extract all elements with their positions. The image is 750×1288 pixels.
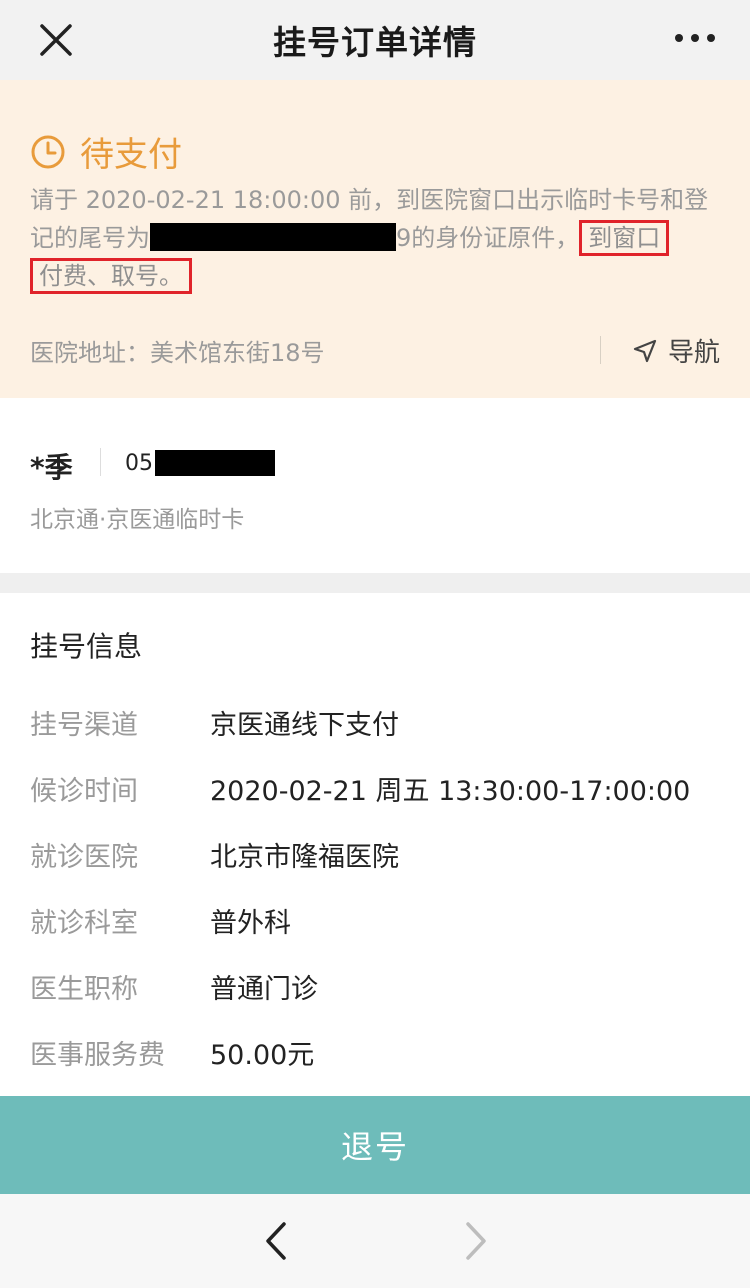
- navigate-label: 导航: [667, 338, 720, 368]
- section-title: 挂号信息: [30, 630, 143, 663]
- card-type: 北京通·京医通临时卡: [30, 507, 245, 533]
- info-label: 医事服务费: [30, 1040, 165, 1071]
- info-value: 北京市隆福医院: [210, 842, 399, 873]
- info-value: 2020-02-21 周五 13:30:00-17:00:00: [210, 776, 691, 807]
- card-number: 05: [125, 450, 275, 476]
- info-label: 就诊医院: [30, 842, 138, 873]
- info-row-hospital: 就诊医院 北京市隆福医院: [30, 835, 399, 874]
- info-label: 挂号渠道: [30, 710, 138, 741]
- patient-card: *季 05 北京通·京医通临时卡: [0, 398, 750, 573]
- info-row-department: 就诊科室 普外科: [30, 901, 291, 940]
- payment-status-panel: 待支付 请于 2020-02-21 18:00:00 前，到医院窗口出示临时卡号…: [0, 80, 750, 398]
- divider: [600, 336, 601, 364]
- highlight-pay: 付费、取号。: [30, 258, 192, 294]
- navigation-arrow-icon: [633, 339, 657, 362]
- navigate-button[interactable]: 导航: [632, 332, 720, 369]
- refund-button[interactable]: 退号: [0, 1096, 750, 1194]
- info-value: 普外科: [210, 908, 291, 939]
- divider: [100, 448, 101, 476]
- registration-info-section: 挂号信息 挂号渠道 京医通线下支付 候诊时间 2020-02-21 周五 13:…: [0, 593, 750, 1096]
- address-value: 美术馆东街18号: [150, 338, 325, 367]
- chevron-left-icon[interactable]: [258, 1218, 294, 1264]
- page-title: 挂号订单详情: [273, 23, 477, 62]
- info-row-channel: 挂号渠道 京医通线下支付: [30, 703, 399, 742]
- info-label: 医生职称: [30, 974, 138, 1005]
- info-value: 50.00元: [210, 1040, 315, 1071]
- more-icon[interactable]: [674, 28, 716, 48]
- card-number-prefix: 05: [125, 450, 153, 476]
- top-nav-bar: 挂号订单详情: [0, 0, 750, 80]
- clock-icon: [31, 135, 65, 168]
- info-label: 候诊时间: [30, 776, 138, 807]
- browser-bottom-bar: [0, 1194, 750, 1288]
- info-row-wait-time: 候诊时间 2020-02-21 周五 13:30:00-17:00:00: [30, 769, 690, 808]
- notice-text-2: 9的身份证原件，: [396, 224, 580, 252]
- payment-notice: 请于 2020-02-21 18:00:00 前，到医院窗口出示临时卡号和登记的…: [30, 181, 730, 295]
- hospital-address-row: 医院地址： 美术馆东街18号 导航: [30, 330, 720, 370]
- highlight-window: 到窗口: [579, 220, 670, 256]
- close-icon[interactable]: [36, 20, 76, 60]
- section-gap: [0, 573, 750, 593]
- info-row-service-fee: 医事服务费 50.00元: [30, 1033, 314, 1072]
- status-label: 待支付: [80, 135, 182, 175]
- info-value: 普通门诊: [210, 974, 318, 1005]
- info-label: 就诊科室: [30, 908, 138, 939]
- address-label: 医院地址：: [30, 338, 150, 367]
- info-value: 京医通线下支付: [210, 710, 399, 741]
- redacted-card-number: [155, 450, 275, 476]
- redacted-id: [150, 223, 396, 251]
- status-header: 待支付: [30, 127, 182, 176]
- chevron-right-icon[interactable]: [458, 1218, 494, 1264]
- patient-name: *季: [30, 451, 73, 484]
- info-row-doctor-title: 医生职称 普通门诊: [30, 967, 318, 1006]
